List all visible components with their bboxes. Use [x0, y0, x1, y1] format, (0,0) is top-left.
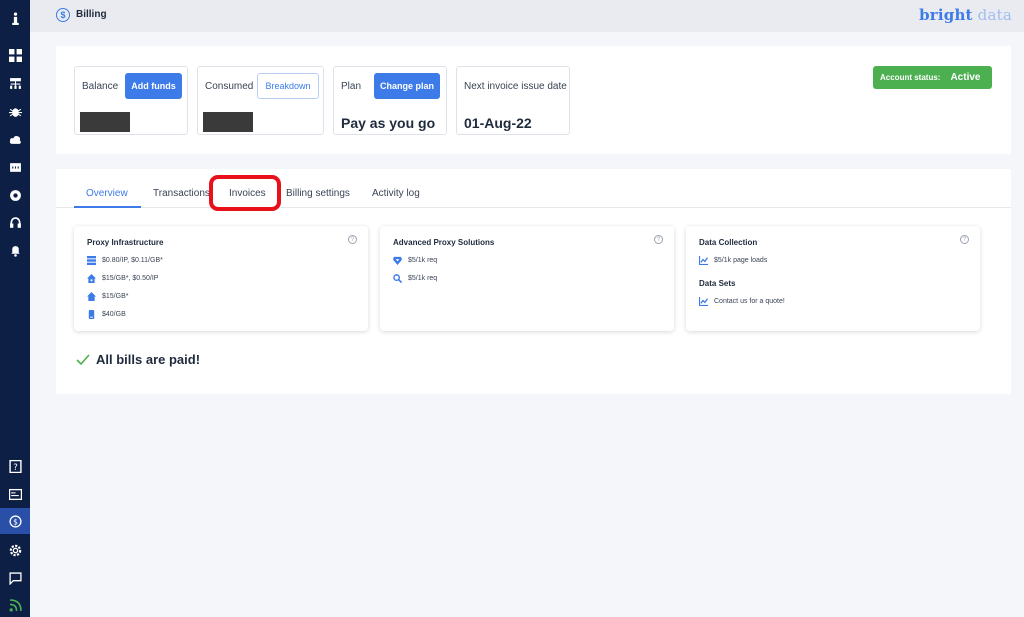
tab-billing-settings[interactable]: Billing settings — [286, 188, 350, 199]
id-card-icon[interactable] — [0, 481, 30, 507]
plan-box: Plan Change plan Pay as you go — [333, 66, 447, 135]
help-icon[interactable]: ? — [654, 235, 663, 244]
list-item: $5/1k req — [393, 255, 437, 265]
next-invoice-label: Next invoice issue date — [464, 81, 567, 92]
bug-icon[interactable] — [0, 98, 30, 124]
balance-box: Balance Add funds — [74, 66, 188, 135]
proxy-network-icon[interactable] — [0, 70, 30, 96]
page-title: Billing — [76, 9, 107, 20]
consumed-box: Consumed Breakdown — [197, 66, 324, 135]
datacenter-icon — [87, 255, 96, 265]
breakdown-button[interactable]: Breakdown — [257, 73, 319, 99]
top-bar: $ Billing bright data — [30, 0, 1024, 32]
tab-transactions[interactable]: Transactions — [153, 188, 210, 199]
card-title: Data Collection — [699, 238, 758, 247]
search-icon — [393, 273, 402, 283]
chart-icon — [699, 255, 708, 265]
list-item: $5/1k req — [393, 273, 437, 283]
list-item: $15/GB* — [87, 291, 128, 301]
billing-summary-panel: Balance Add funds Consumed Breakdown Pla… — [56, 46, 1011, 154]
bills-status: All bills are paid! — [76, 352, 200, 367]
help-book-icon[interactable]: ? — [0, 453, 30, 479]
active-tab-indicator — [74, 206, 141, 208]
help-icon[interactable]: ? — [960, 235, 969, 244]
list-item: $15/GB*, $0.50/IP — [87, 273, 158, 283]
chart-icon — [699, 296, 708, 306]
sidebar: ? $ — [0, 0, 30, 617]
cloud-icon[interactable] — [0, 126, 30, 152]
balance-label: Balance — [82, 81, 119, 92]
chat-icon[interactable] — [0, 565, 30, 591]
list-item: Contact us for a quote! — [699, 296, 785, 306]
settings-icon[interactable] — [0, 537, 30, 563]
advanced-proxy-card: Advanced Proxy Solutions ? $5/1k req $5/… — [380, 226, 674, 331]
home-icon — [87, 291, 96, 301]
svg-text:?: ? — [13, 462, 18, 472]
balance-value-redacted — [80, 112, 130, 132]
list-item: $0.80/IP, $0.11/GB* — [87, 255, 163, 265]
tab-overview[interactable]: Overview — [86, 188, 128, 199]
change-plan-button[interactable]: Change plan — [374, 73, 440, 99]
consumed-value-redacted — [203, 112, 253, 132]
tab-activity-log[interactable]: Activity log — [372, 188, 420, 199]
card-title: Proxy Infrastructure — [87, 238, 164, 247]
bell-icon[interactable] — [0, 237, 30, 263]
data-collection-card: Data Collection ? $5/1k page loads Data … — [686, 226, 980, 331]
billing-tabs: Overview Transactions Invoices Billing s… — [56, 169, 1011, 211]
info-icon[interactable] — [0, 5, 30, 31]
mobile-icon — [88, 309, 95, 319]
account-status-value: Active — [950, 72, 981, 83]
plan-label: Plan — [341, 81, 362, 92]
svg-text:$: $ — [13, 517, 18, 526]
add-funds-button[interactable]: Add funds — [125, 73, 182, 99]
support-icon[interactable] — [0, 210, 30, 236]
brand-logo[interactable]: bright data — [919, 6, 1012, 24]
rss-icon[interactable] — [0, 592, 30, 617]
account-status-badge: Account status: Active — [873, 66, 992, 89]
invoices-highlight-annotation — [209, 175, 281, 211]
dashboard-icon[interactable] — [0, 42, 30, 68]
api-icon[interactable] — [0, 154, 30, 180]
next-invoice-box: Next invoice issue date 01-Aug-22 — [456, 66, 570, 135]
proxy-infrastructure-card: Proxy Infrastructure ? $0.80/IP, $0.11/G… — [74, 226, 368, 331]
residential-icon — [87, 273, 96, 283]
card-title: Advanced Proxy Solutions — [393, 238, 495, 247]
checkmark-icon — [76, 353, 90, 365]
billing-main-panel: Overview Transactions Invoices Billing s… — [56, 169, 1011, 394]
help-icon[interactable]: ? — [348, 235, 357, 244]
bills-status-text: All bills are paid! — [96, 352, 201, 367]
consumed-label: Consumed — [205, 81, 254, 92]
browser-icon[interactable] — [0, 182, 30, 208]
card-subtitle: Data Sets — [699, 279, 736, 288]
account-status-label: Account status: — [880, 73, 941, 82]
list-item: $5/1k page loads — [699, 255, 767, 265]
list-item: $40/GB — [87, 309, 126, 319]
plan-value: Pay as you go — [341, 115, 436, 131]
billing-title-icon: $ — [56, 8, 70, 22]
billing-icon[interactable]: $ — [0, 508, 30, 534]
unblocker-icon — [393, 256, 402, 265]
next-invoice-value: 01-Aug-22 — [464, 115, 532, 131]
